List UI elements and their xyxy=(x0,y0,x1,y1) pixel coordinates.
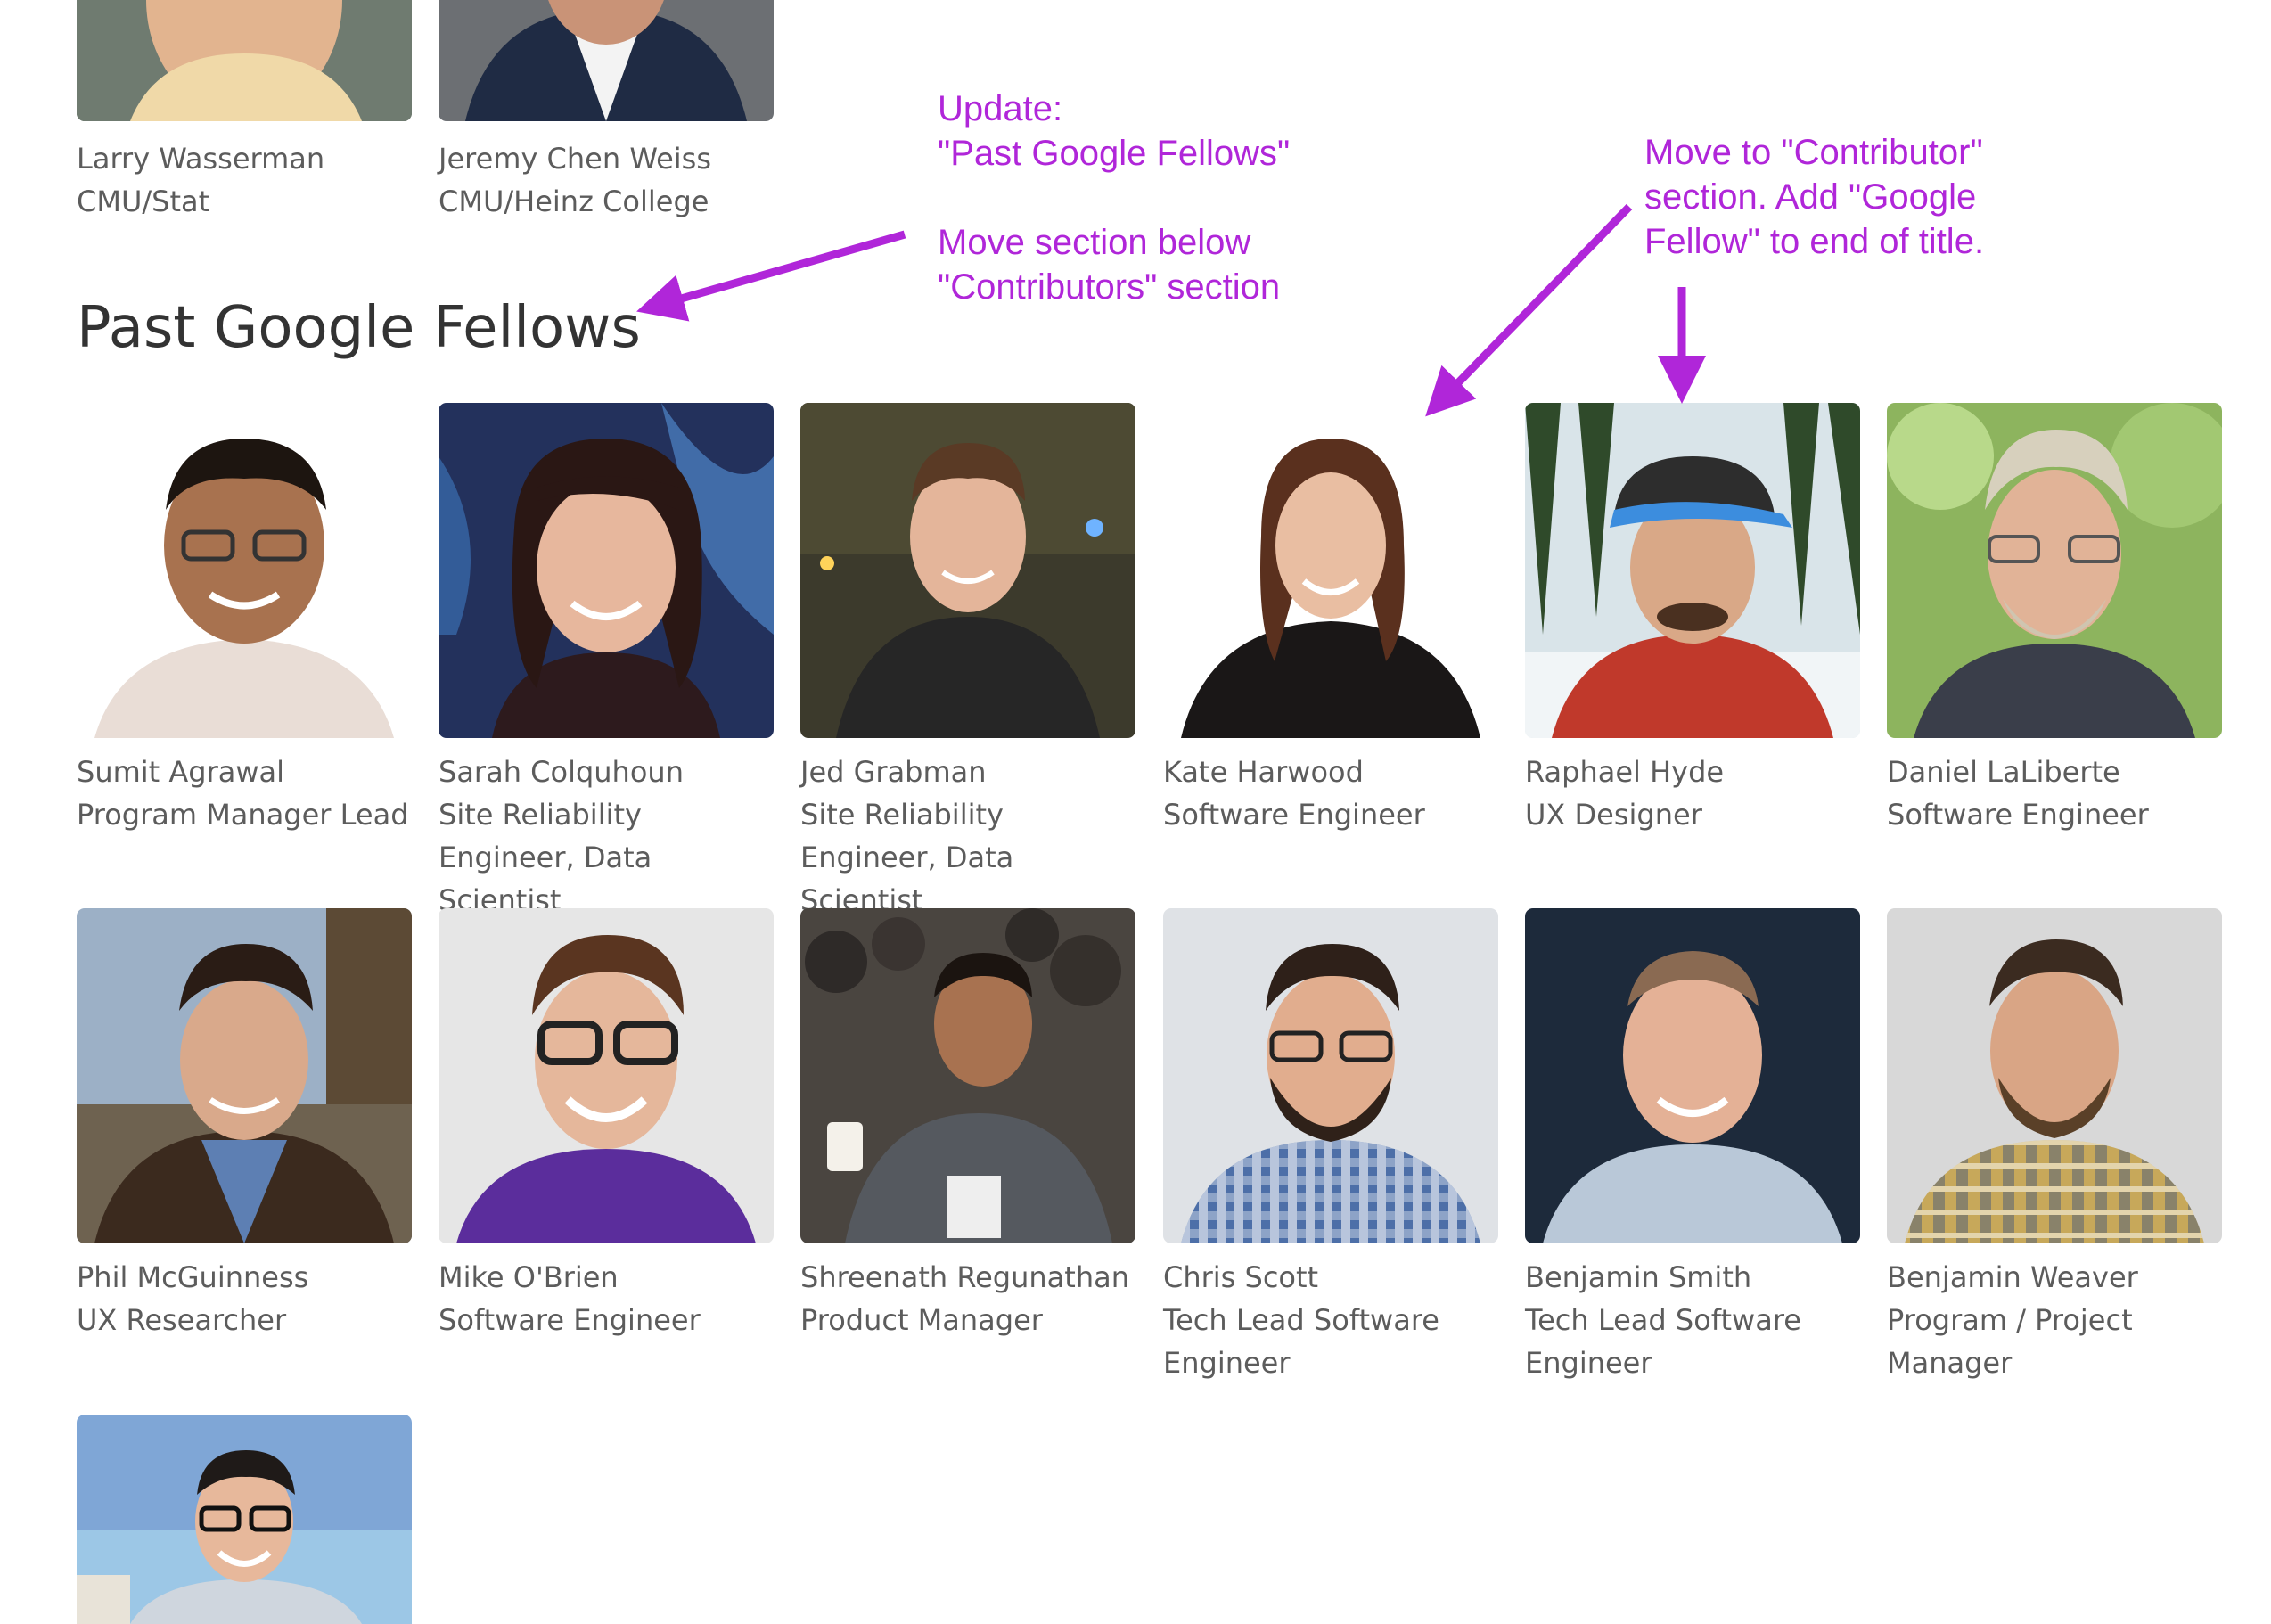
fellow-photo xyxy=(1887,908,2222,1243)
annotation-line xyxy=(938,176,1290,220)
annotation-note-update: Update: "Past Google Fellows" Move secti… xyxy=(938,86,1290,309)
section-title: Past Google Fellows xyxy=(77,295,641,361)
fellow-name: Raphael Hyde xyxy=(1525,755,1725,789)
person-affiliation: CMU/Stat xyxy=(77,185,210,218)
annotation-line: Move section below xyxy=(938,223,1251,262)
person-photo xyxy=(439,0,774,121)
fellow-name: Benjamin Weaver xyxy=(1887,1260,2138,1294)
fellow-name: Sarah Colquhoun xyxy=(439,755,684,789)
fellow-photo xyxy=(439,908,774,1243)
fellow-photo xyxy=(1887,403,2222,738)
fellow-name: Phil McGuinness xyxy=(77,1260,309,1294)
fellow-name: Mike O'Brien xyxy=(439,1260,619,1294)
fellow-role: Site Reliability Engineer, Data Scientis… xyxy=(439,798,652,917)
fellow-photo xyxy=(77,908,412,1243)
fellow-photo xyxy=(800,908,1136,1243)
fellow-role: Tech Lead Software Engineer xyxy=(1525,1303,1801,1380)
person-affiliation: CMU/Heinz College xyxy=(439,185,709,218)
fellow-photo xyxy=(1163,908,1498,1243)
fellow-photo xyxy=(1525,908,1860,1243)
annotation-line: Move to "Contributor" xyxy=(1644,133,1983,172)
fellow-name: Sumit Agrawal xyxy=(77,755,285,789)
fellow-photo xyxy=(77,403,412,738)
annotation-line: section. Add "Google xyxy=(1644,177,1977,217)
person-photo xyxy=(77,0,412,121)
fellow-role: Software Engineer xyxy=(439,1303,701,1337)
fellow-role: Program Manager Lead xyxy=(77,798,409,832)
annotation-note-move: Move to "Contributor" section. Add "Goog… xyxy=(1644,130,1984,264)
fellow-photo xyxy=(1525,403,1860,738)
fellow-role: Product Manager xyxy=(800,1303,1043,1337)
person-name: Jeremy Chen Weiss xyxy=(439,142,711,176)
fellow-role: Tech Lead Software Engineer xyxy=(1163,1303,1439,1380)
fellow-role: UX Researcher xyxy=(77,1303,287,1337)
arrow-to-kate-harwood xyxy=(1425,203,1633,417)
person-name: Larry Wasserman xyxy=(77,142,325,176)
fellow-photo xyxy=(77,1415,412,1624)
fellow-name: Chris Scott xyxy=(1163,1260,1319,1294)
fellow-role: UX Designer xyxy=(1525,798,1702,832)
fellow-name: Daniel LaLiberte xyxy=(1887,755,2120,789)
arrow-to-section-title xyxy=(636,230,906,322)
fellow-name: Benjamin Smith xyxy=(1525,1260,1752,1294)
fellow-photo xyxy=(800,403,1136,738)
fellow-role: Program / Project Manager xyxy=(1887,1303,2133,1380)
fellow-name: Shreenath Regunathan xyxy=(800,1260,1129,1294)
fellow-role: Software Engineer xyxy=(1887,798,2149,832)
fellow-name: Jed Grabman xyxy=(800,755,987,789)
annotation-line: "Past Google Fellows" xyxy=(938,134,1291,173)
fellow-photo xyxy=(439,403,774,738)
fellow-photo xyxy=(1163,403,1498,738)
fellow-role: Software Engineer xyxy=(1163,798,1425,832)
annotation-line: Update: xyxy=(938,89,1063,128)
annotation-line: Fellow" to end of title. xyxy=(1644,222,1985,261)
fellow-role: Site Reliability Engineer, Data Scientis… xyxy=(800,798,1014,917)
fellow-name: Kate Harwood xyxy=(1163,755,1364,789)
annotation-line: "Contributors" section xyxy=(938,267,1281,307)
